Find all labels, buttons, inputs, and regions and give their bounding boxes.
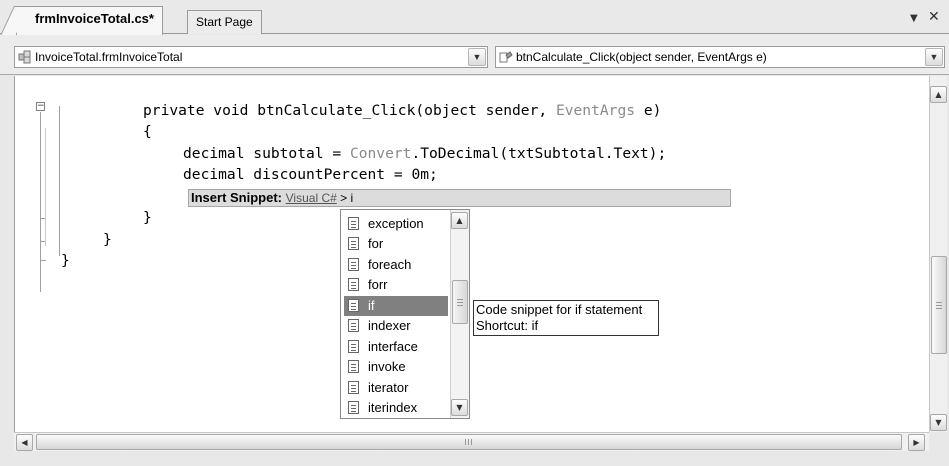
outline-end-tick <box>40 260 46 261</box>
tab-label: frmInvoiceTotal.cs* <box>35 11 154 26</box>
scroll-up-icon[interactable]: ▲ <box>451 212 468 229</box>
chevron-down-icon[interactable]: ▼ <box>910 13 918 24</box>
snippet-icon <box>348 299 359 312</box>
snippet-icon <box>348 381 359 394</box>
snippet-icon <box>348 217 359 230</box>
scroll-right-icon[interactable]: ▶ <box>908 434 925 451</box>
scroll-up-icon[interactable]: ▲ <box>930 86 947 103</box>
close-icon[interactable]: ✕ <box>928 9 940 25</box>
code-line-close-brace: } <box>61 252 70 269</box>
completion-list-scrollbar[interactable]: ▲ ▼ <box>450 210 469 418</box>
class-combo[interactable]: InvoiceTotal.frmInvoiceTotal ▼ <box>14 46 488 68</box>
list-item[interactable]: indexer <box>344 316 448 336</box>
code-line-close-brace: } <box>143 209 152 226</box>
insert-snippet-bar[interactable]: Insert Snippet: Visual C# > i <box>188 189 731 207</box>
outline-line <box>40 112 41 292</box>
list-item[interactable]: interface <box>344 337 448 357</box>
scroll-thumb[interactable] <box>452 280 468 324</box>
scroll-thumb[interactable] <box>36 434 902 450</box>
horizontal-scrollbar[interactable]: ◀ ▶ <box>14 432 929 451</box>
vertical-scrollbar[interactable]: ▲ ▼ <box>929 76 947 432</box>
tooltip-shortcut: Shortcut: if <box>476 318 539 333</box>
chevron-down-icon[interactable]: ▼ <box>925 48 943 66</box>
snippet-completion-list[interactable]: exception for foreach forr if indexer in… <box>340 209 470 419</box>
snippet-icon <box>348 401 359 414</box>
list-item[interactable]: forr <box>344 275 448 295</box>
member-combo-value: btnCalculate_Click(object sender, EventA… <box>516 50 767 64</box>
member-combo[interactable]: btnCalculate_Click(object sender, EventA… <box>495 46 945 68</box>
snippet-icon <box>348 360 359 373</box>
document-tab-strip: frmInvoiceTotal.cs* Start Page ▼ ✕ <box>0 0 949 35</box>
code-line-open-brace: { <box>143 123 152 140</box>
snippet-typed-text[interactable]: i <box>350 191 353 205</box>
list-item[interactable]: iterator <box>344 378 448 398</box>
snippet-icon <box>348 319 359 332</box>
tab-start-page[interactable]: Start Page <box>187 10 262 34</box>
scroll-down-icon[interactable]: ▼ <box>451 399 468 416</box>
code-line-method-signature: private void btnCalculate_Click(object s… <box>143 102 662 119</box>
code-line-subtotal: decimal subtotal = Convert.ToDecimal(txt… <box>183 145 667 162</box>
code-editor[interactable]: − private void btnCalculate_Click(object… <box>14 76 929 432</box>
class-icon <box>18 50 31 64</box>
list-item[interactable]: invoke <box>344 357 448 377</box>
chevron-down-icon[interactable]: ▼ <box>468 48 486 66</box>
snippet-icon <box>348 340 359 353</box>
code-line-close-brace: } <box>103 231 112 248</box>
tab-frminvoicetotal[interactable]: frmInvoiceTotal.cs* <box>16 6 163 35</box>
scroll-left-icon[interactable]: ◀ <box>16 434 33 451</box>
snippet-icon <box>348 278 359 291</box>
list-item-selected[interactable]: if <box>344 296 448 316</box>
snippet-tooltip: Code snippet for if statement Shortcut: … <box>473 300 659 336</box>
list-item[interactable]: exception <box>344 214 448 234</box>
scroll-down-icon[interactable]: ▼ <box>930 414 947 431</box>
snippet-bar-label: Insert Snippet: <box>191 190 283 205</box>
tab-label: Start Page <box>196 15 253 29</box>
outline-line <box>45 128 46 246</box>
snippet-separator: > <box>336 191 351 205</box>
list-item[interactable]: for <box>344 234 448 254</box>
code-line-discount: decimal discountPercent = 0m; <box>183 166 438 183</box>
outline-line <box>59 106 60 256</box>
tooltip-description: Code snippet for if statement <box>476 302 643 317</box>
snippet-icon <box>348 258 359 271</box>
method-icon <box>499 51 513 63</box>
list-item[interactable]: foreach <box>344 255 448 275</box>
list-item[interactable]: iterindex <box>344 398 448 418</box>
navigation-bar: InvoiceTotal.frmInvoiceTotal ▼ btnCalcul… <box>0 35 949 75</box>
snippet-path-link[interactable]: Visual C# <box>286 191 337 205</box>
collapse-icon[interactable]: − <box>36 102 45 111</box>
snippet-icon <box>348 237 359 250</box>
class-combo-value: InvoiceTotal.frmInvoiceTotal <box>35 50 183 64</box>
scrollbar-corner <box>929 432 947 451</box>
scroll-thumb[interactable] <box>931 256 947 354</box>
